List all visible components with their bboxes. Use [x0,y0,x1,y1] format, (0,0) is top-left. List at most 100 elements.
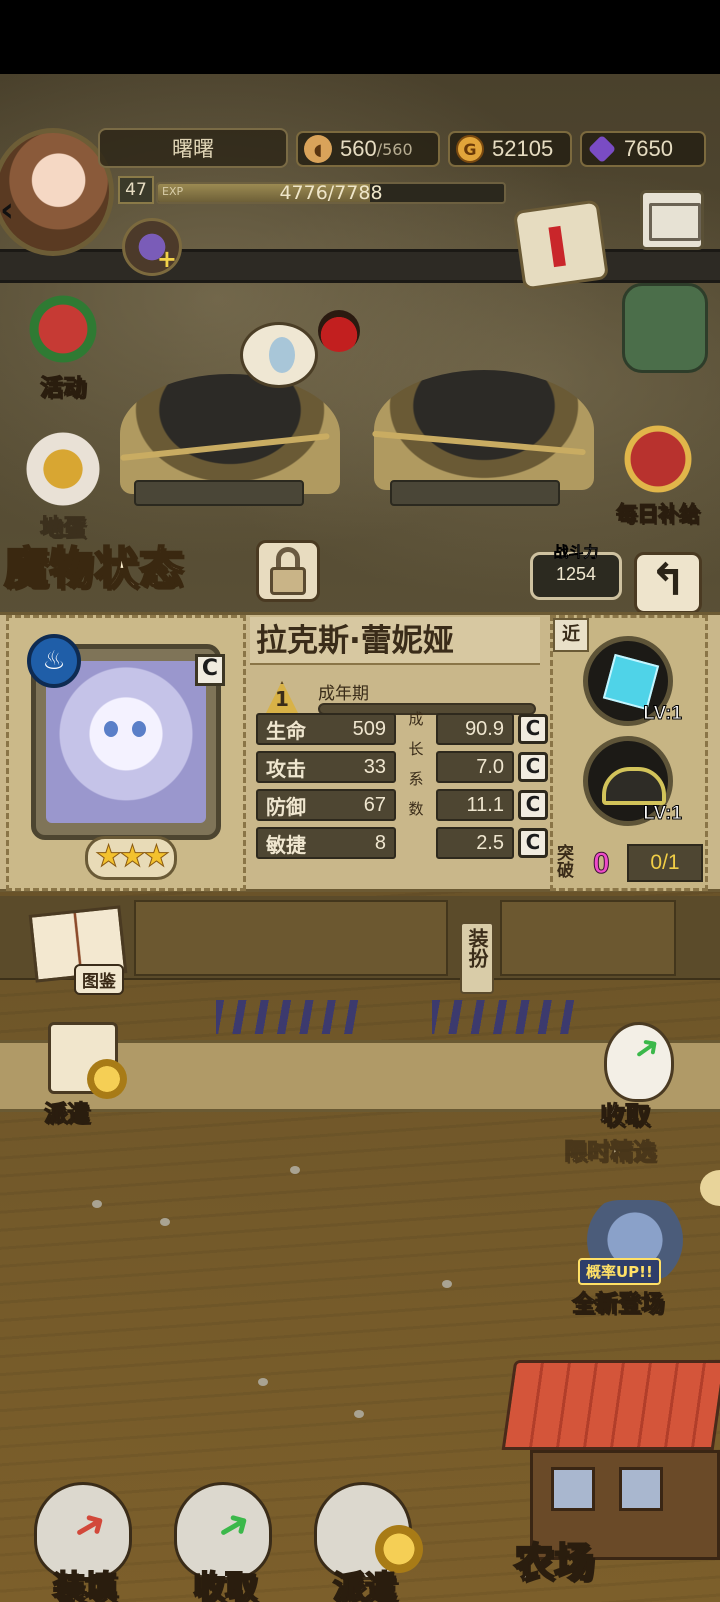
pebble [160,1218,170,1226]
monster-eye [104,721,118,737]
activity-button[interactable]: 活动 [8,290,118,402]
dispatch-bottom-button[interactable]: 派遣 [300,1482,430,1602]
load-button[interactable]: ➜ 装填 [20,1482,150,1602]
arrow-icon: ➜ [63,1497,116,1555]
range-tag: 近 [553,618,589,652]
gem-icon [587,134,617,164]
stat-box: 防御 67 [256,789,396,821]
new-arrival-label: 全新登场 [572,1291,665,1318]
skills-panel: 近 LV:1 LV:1 突破 0 0/1 [550,615,708,891]
new-arrival-button[interactable]: 概率UP!! 全新登场 [560,1200,710,1320]
breakthrough-ratio[interactable]: 0/1 [627,844,703,882]
pebble [290,1166,300,1174]
contract-icon [48,1022,127,1099]
growth-char: 数 [408,800,424,818]
egg-button[interactable]: 地蛋 [8,430,118,542]
growth-char: 系 [408,770,424,788]
activity-label: 活动 [40,375,87,402]
stage-number: 1 [275,687,289,711]
egg-collect-icon [604,1022,674,1102]
nest-left-base [134,480,304,506]
stat-box: 攻击 33 [256,751,396,783]
egg-speech-bubble [240,322,318,388]
combat-power: 战斗力 1254 [530,543,622,600]
barn-window [619,1467,663,1511]
bread-icon: ◖ [304,135,332,163]
grade-badge: C [518,790,548,820]
nest-left [120,374,340,494]
backpack-icon[interactable] [622,283,708,373]
player-level: 47 [118,176,154,204]
collect-label: 收取 [599,1101,651,1131]
star-rating: ★★★ [85,836,177,880]
skill-level: LV:1 [643,703,683,725]
farm-roof [501,1360,720,1450]
stat-label: 生命 [266,718,306,743]
dispatch-bottom-label: 派遣 [332,1567,398,1602]
dispatch-button[interactable]: 派遣 [40,1022,130,1130]
treasure-chest-icon [612,420,704,498]
stat-row-defense: 防御 67 11.1 C [256,789,548,821]
stat-value: 509 [352,717,386,740]
limited-pick-label[interactable]: 限时精选 [564,1132,657,1166]
stage-label: 成年期 [318,684,369,704]
collect-bottom-button[interactable]: ➜ 收取 [160,1482,290,1602]
water-element-icon: ♨ [27,634,81,688]
status-bar [0,0,720,74]
encyclopedia-label: 图鉴 [74,964,124,995]
quest-scroll-icon[interactable] [512,199,610,291]
lock-icon [276,547,300,569]
stat-label: 攻击 [266,756,306,781]
pebble [92,1200,102,1208]
lock-body [270,567,306,595]
dome-skill-icon[interactable]: LV:1 [583,736,682,826]
ice-crystal-skill-icon[interactable]: LV:1 [583,636,682,726]
arrow-icon: ➜ [207,1497,260,1555]
dress-up-button[interactable]: 装扮 [460,922,494,994]
strip-panel [500,900,676,976]
stat-value: 67 [363,793,386,816]
growth-value: 90.9 [436,713,514,745]
monster-status-banner: 魔物状态 [3,530,240,598]
monster-claws [216,1000,366,1034]
collect-bottom-label: 收取 [192,1567,258,1602]
stat-value: 8 [374,831,386,854]
pebble [258,1378,268,1386]
growth-char: 成 [408,710,424,728]
mail-icon[interactable] [640,190,704,250]
return-button[interactable]: ↰ [634,552,702,614]
load-label: 装填 [52,1567,118,1602]
encyclopedia-button[interactable]: 图鉴 [28,905,136,996]
buy-gems-button[interactable]: + [122,218,182,276]
nest-right-base [390,480,560,506]
wooden-beam [0,249,720,283]
daily-supply-button[interactable]: 每日补给 [596,420,720,528]
rank-badge: C [195,654,225,686]
lock-button[interactable] [256,540,320,602]
stat-value: 33 [363,755,386,778]
stamina-counter[interactable]: ◖ 560 /560 [296,131,440,167]
player-name: 曙曙 [98,128,288,168]
dress-up-label: 装扮 [465,928,489,968]
pebble [442,1280,452,1288]
farm-label: 农场 [513,1538,595,1587]
grade-badge: C [518,828,548,858]
breakthrough-count: 0 [593,847,611,881]
monster-name: 拉克斯·蕾妮娅 [250,617,540,665]
growth-coefficient-label: 成 长 系 数 [404,704,428,824]
combat-power-label: 战斗力 [553,543,599,562]
stat-label: 防御 [266,794,306,819]
gold-counter[interactable]: G 52105 [448,131,572,167]
egg-icon [17,430,109,508]
strip-panel [134,900,448,976]
growth-char: 长 [408,740,424,758]
portrait-frame: ♨ C ★★★ [6,615,246,891]
farm-button[interactable]: 农场 [501,1360,720,1602]
chevron-left-icon[interactable]: ‹ [0,190,40,230]
ladybug-icon [318,310,360,352]
gem-counter[interactable]: 7650 [580,131,706,167]
monster-panel: ♨ C ★★★ 拉克斯·蕾妮娅 1 成年期 生命 509 90.9 C 攻击 3… [0,612,720,892]
skill-level: LV:1 [643,803,683,825]
exp-text: 4776/7788 [279,182,383,204]
collect-button[interactable]: 收取 [590,1022,690,1132]
